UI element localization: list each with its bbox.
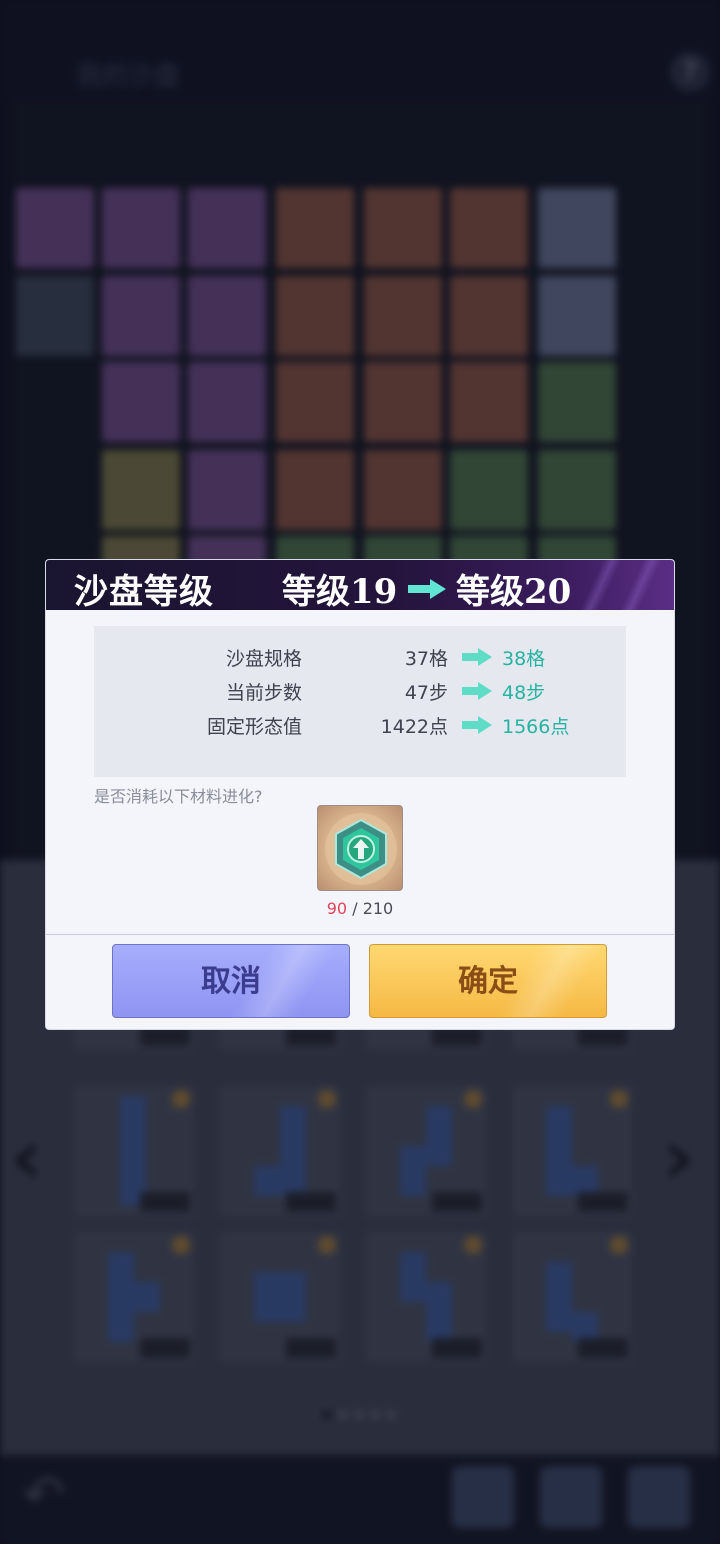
- stat-row-form-value: 固定形态值 1422点 1566点: [94, 709, 626, 739]
- arrow-right-icon: [462, 648, 492, 666]
- material-item[interactable]: [317, 805, 403, 891]
- material-required: 210: [362, 899, 394, 918]
- material-separator: /: [352, 899, 358, 918]
- stat-old-value: 1422点: [380, 716, 448, 738]
- level-arrow-icon: [408, 579, 446, 599]
- stat-label: 当前步数: [225, 682, 302, 704]
- stat-row-steps: 当前步数 47步 48步: [94, 675, 626, 705]
- arrow-right-icon: [462, 682, 492, 700]
- stat-old-value: 37格: [404, 648, 448, 670]
- cancel-button-label: 取消: [201, 964, 261, 999]
- stat-old-value: 47步: [404, 682, 448, 704]
- level-from: 等级19: [282, 572, 398, 612]
- dialog-title: 沙盘等级: [74, 572, 214, 612]
- confirm-button[interactable]: 确定: [369, 944, 607, 1018]
- stats-panel: 沙盘规格 37格 38格 当前步数 47步 48步 固定形态值 1422点 15…: [94, 626, 626, 777]
- stat-new-value: 1566点: [502, 716, 570, 738]
- stat-label: 沙盘规格: [225, 648, 302, 670]
- confirm-button-label: 确定: [458, 964, 518, 999]
- stat-new-value: 38格: [502, 648, 546, 670]
- arrow-right-icon: [462, 716, 492, 734]
- cancel-button[interactable]: 取消: [112, 944, 350, 1018]
- stat-label: 固定形态值: [206, 716, 302, 738]
- evolution-crystal-icon: [325, 813, 397, 885]
- material-owned: 90: [326, 899, 348, 918]
- stat-row-board-size: 沙盘规格 37格 38格: [94, 641, 626, 671]
- dialog-header: 沙盘等级 等级19 等级20: [46, 560, 674, 612]
- material-count: 90 / 210: [46, 899, 674, 918]
- consume-prompt: 是否消耗以下材料进化?: [94, 787, 263, 806]
- divider: [46, 934, 674, 935]
- level-up-dialog: 沙盘等级 等级19 等级20 沙盘规格 37格 38格 当前步数 47步 48步…: [46, 560, 674, 1029]
- stat-new-value: 48步: [502, 682, 546, 704]
- level-to: 等级20: [456, 572, 572, 612]
